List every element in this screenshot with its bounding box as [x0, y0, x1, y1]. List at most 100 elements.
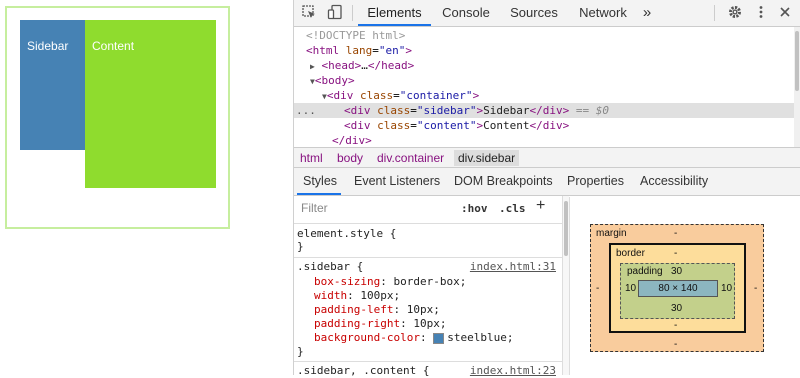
next-rule-selector[interactable]: .sidebar, .content {: [297, 363, 429, 378]
margin-left-value[interactable]: -: [596, 283, 599, 294]
body-tag: <body>: [314, 74, 355, 87]
html-node[interactable]: <html lang="en">: [294, 43, 797, 58]
padding-bottom-value[interactable]: 30: [671, 303, 682, 314]
breadcrumb-container[interactable]: div.container: [377, 150, 444, 166]
element-style-selector[interactable]: element.style {: [297, 226, 396, 241]
selected-marker: == $0: [575, 104, 609, 117]
margin-top-value[interactable]: -: [674, 228, 677, 239]
declaration-box-sizing[interactable]: box-sizing: border-box;: [314, 274, 466, 289]
hover-state-toggle[interactable]: :hov: [461, 199, 488, 218]
color-swatch-icon[interactable]: [433, 332, 445, 344]
sidebar-tag: <div: [344, 104, 371, 117]
border-bottom-value[interactable]: -: [674, 320, 677, 331]
styles-pane-tabs: Styles Event Listeners DOM Breakpoints P…: [294, 168, 800, 196]
tab-properties[interactable]: Properties: [567, 168, 624, 195]
sidebar-attr-value: "sidebar": [416, 104, 477, 117]
settings-icon[interactable]: [726, 4, 744, 22]
declaration-padding-right[interactable]: padding-right: 10px;: [314, 316, 446, 331]
sidebar-node[interactable]: ... <div class="sidebar">Sidebar</div> ==…: [294, 103, 797, 118]
body-node[interactable]: ▼<body>: [294, 73, 797, 88]
class-toggle[interactable]: .cls: [499, 199, 526, 218]
content-attr-value: "content": [416, 119, 477, 132]
declaration-width[interactable]: width: 100px;: [314, 288, 400, 303]
new-style-rule-button[interactable]: +: [536, 197, 545, 215]
head-node[interactable]: ▶ <head>…</head>: [294, 58, 797, 73]
tab-dom-breakpoints[interactable]: DOM Breakpoints: [454, 168, 553, 195]
toolbar-divider: [352, 5, 353, 21]
content-end-tag: </div>: [529, 119, 570, 132]
head-ellipsis: …: [361, 59, 368, 72]
sidebar-rule-close: }: [297, 345, 304, 358]
padding-top-value[interactable]: 30: [671, 266, 682, 277]
padding-right-value[interactable]: 10: [721, 283, 732, 294]
border-label: border: [616, 248, 645, 259]
declaration-background-color[interactable]: background-color: steelblue;: [314, 330, 513, 345]
devtools-panel: Elements Console Sources Network » <!DOC…: [293, 0, 800, 378]
close-icon[interactable]: [776, 4, 794, 22]
content-node-text: Content: [483, 119, 530, 132]
property-value: 100px;: [360, 289, 401, 302]
more-options-icon[interactable]: [752, 4, 770, 22]
container-attr: class: [359, 89, 394, 102]
property-name: padding-right: [314, 317, 401, 330]
styles-scrollbar[interactable]: [562, 196, 569, 375]
element-style-close: }: [297, 240, 304, 253]
doctype-text: <!DOCTYPE html>: [306, 29, 406, 42]
more-tabs-button[interactable]: »: [638, 0, 656, 26]
content-text: Content: [92, 39, 135, 53]
margin-label: margin: [596, 228, 627, 239]
next-rule-source-link[interactable]: index.html:23: [470, 363, 556, 378]
margin-right-value[interactable]: -: [754, 283, 757, 294]
tab-sources[interactable]: Sources: [506, 0, 562, 26]
expand-triangle-icon[interactable]: ▶: [310, 62, 315, 71]
sidebar-rule-source-link[interactable]: index.html:31: [470, 259, 556, 274]
sidebar-text: Sidebar: [27, 39, 69, 53]
tab-console[interactable]: Console: [438, 0, 494, 26]
breadcrumb-body[interactable]: body: [337, 150, 363, 166]
sidebar-div: Sidebar: [20, 20, 85, 150]
content-node[interactable]: <div class="content">Content</div>: [294, 118, 797, 133]
select-element-icon[interactable]: [300, 4, 318, 22]
breadcrumb: html body div.container div.sidebar: [294, 147, 800, 168]
property-name: background-color: [314, 331, 420, 344]
tab-event-listeners[interactable]: Event Listeners: [354, 168, 440, 195]
property-name: box-sizing: [314, 275, 381, 288]
sidebar-attr: class: [377, 104, 411, 117]
devtools-toolbar: Elements Console Sources Network »: [294, 0, 800, 27]
styles-rules: element.style { } .sidebar { index.html:…: [294, 223, 562, 378]
container-tag-close: >: [472, 89, 480, 102]
sidebar-node-text: Sidebar: [483, 104, 530, 117]
rule-divider: [294, 361, 562, 362]
tab-accessibility[interactable]: Accessibility: [640, 168, 708, 195]
styles-scroll-thumb[interactable]: [564, 201, 568, 256]
page-preview: Sidebar Content: [0, 0, 293, 375]
tab-styles[interactable]: Styles: [303, 168, 337, 195]
filter-input[interactable]: Filter: [297, 199, 449, 218]
sidebar-rule-selector[interactable]: .sidebar {: [297, 259, 363, 274]
margin-bottom-value[interactable]: -: [674, 339, 677, 350]
border-top-value[interactable]: -: [674, 248, 677, 259]
head-open-tag: <head>: [321, 59, 362, 72]
dom-scroll-thumb[interactable]: [795, 31, 799, 91]
padding-left-value[interactable]: 10: [625, 283, 636, 294]
html-tag-close: >: [405, 44, 412, 57]
property-value: border-box;: [393, 275, 467, 288]
container-node[interactable]: ▼<div class="container">: [294, 88, 797, 103]
tab-elements[interactable]: Elements: [358, 0, 431, 26]
dom-scrollbar[interactable]: [794, 27, 800, 147]
node-dots[interactable]: ...: [294, 103, 344, 118]
box-model-content[interactable]: 80 × 140: [638, 280, 718, 297]
breadcrumb-html[interactable]: html: [300, 150, 323, 166]
device-toolbar-icon[interactable]: [326, 4, 344, 22]
active-subtab-indicator: [297, 193, 341, 195]
rule-divider: [294, 257, 562, 258]
breadcrumb-sidebar[interactable]: div.sidebar: [454, 150, 520, 166]
container-close-node[interactable]: </div>: [294, 133, 797, 147]
property-value: 10px;: [406, 303, 440, 316]
container-close-tag: </div>: [332, 134, 372, 147]
declaration-padding-left[interactable]: padding-left: 10px;: [314, 302, 440, 317]
doctype-node[interactable]: <!DOCTYPE html>: [294, 28, 797, 43]
tab-network[interactable]: Network: [575, 0, 631, 26]
active-tab-indicator: [358, 24, 431, 26]
property-value: 10px;: [413, 317, 447, 330]
